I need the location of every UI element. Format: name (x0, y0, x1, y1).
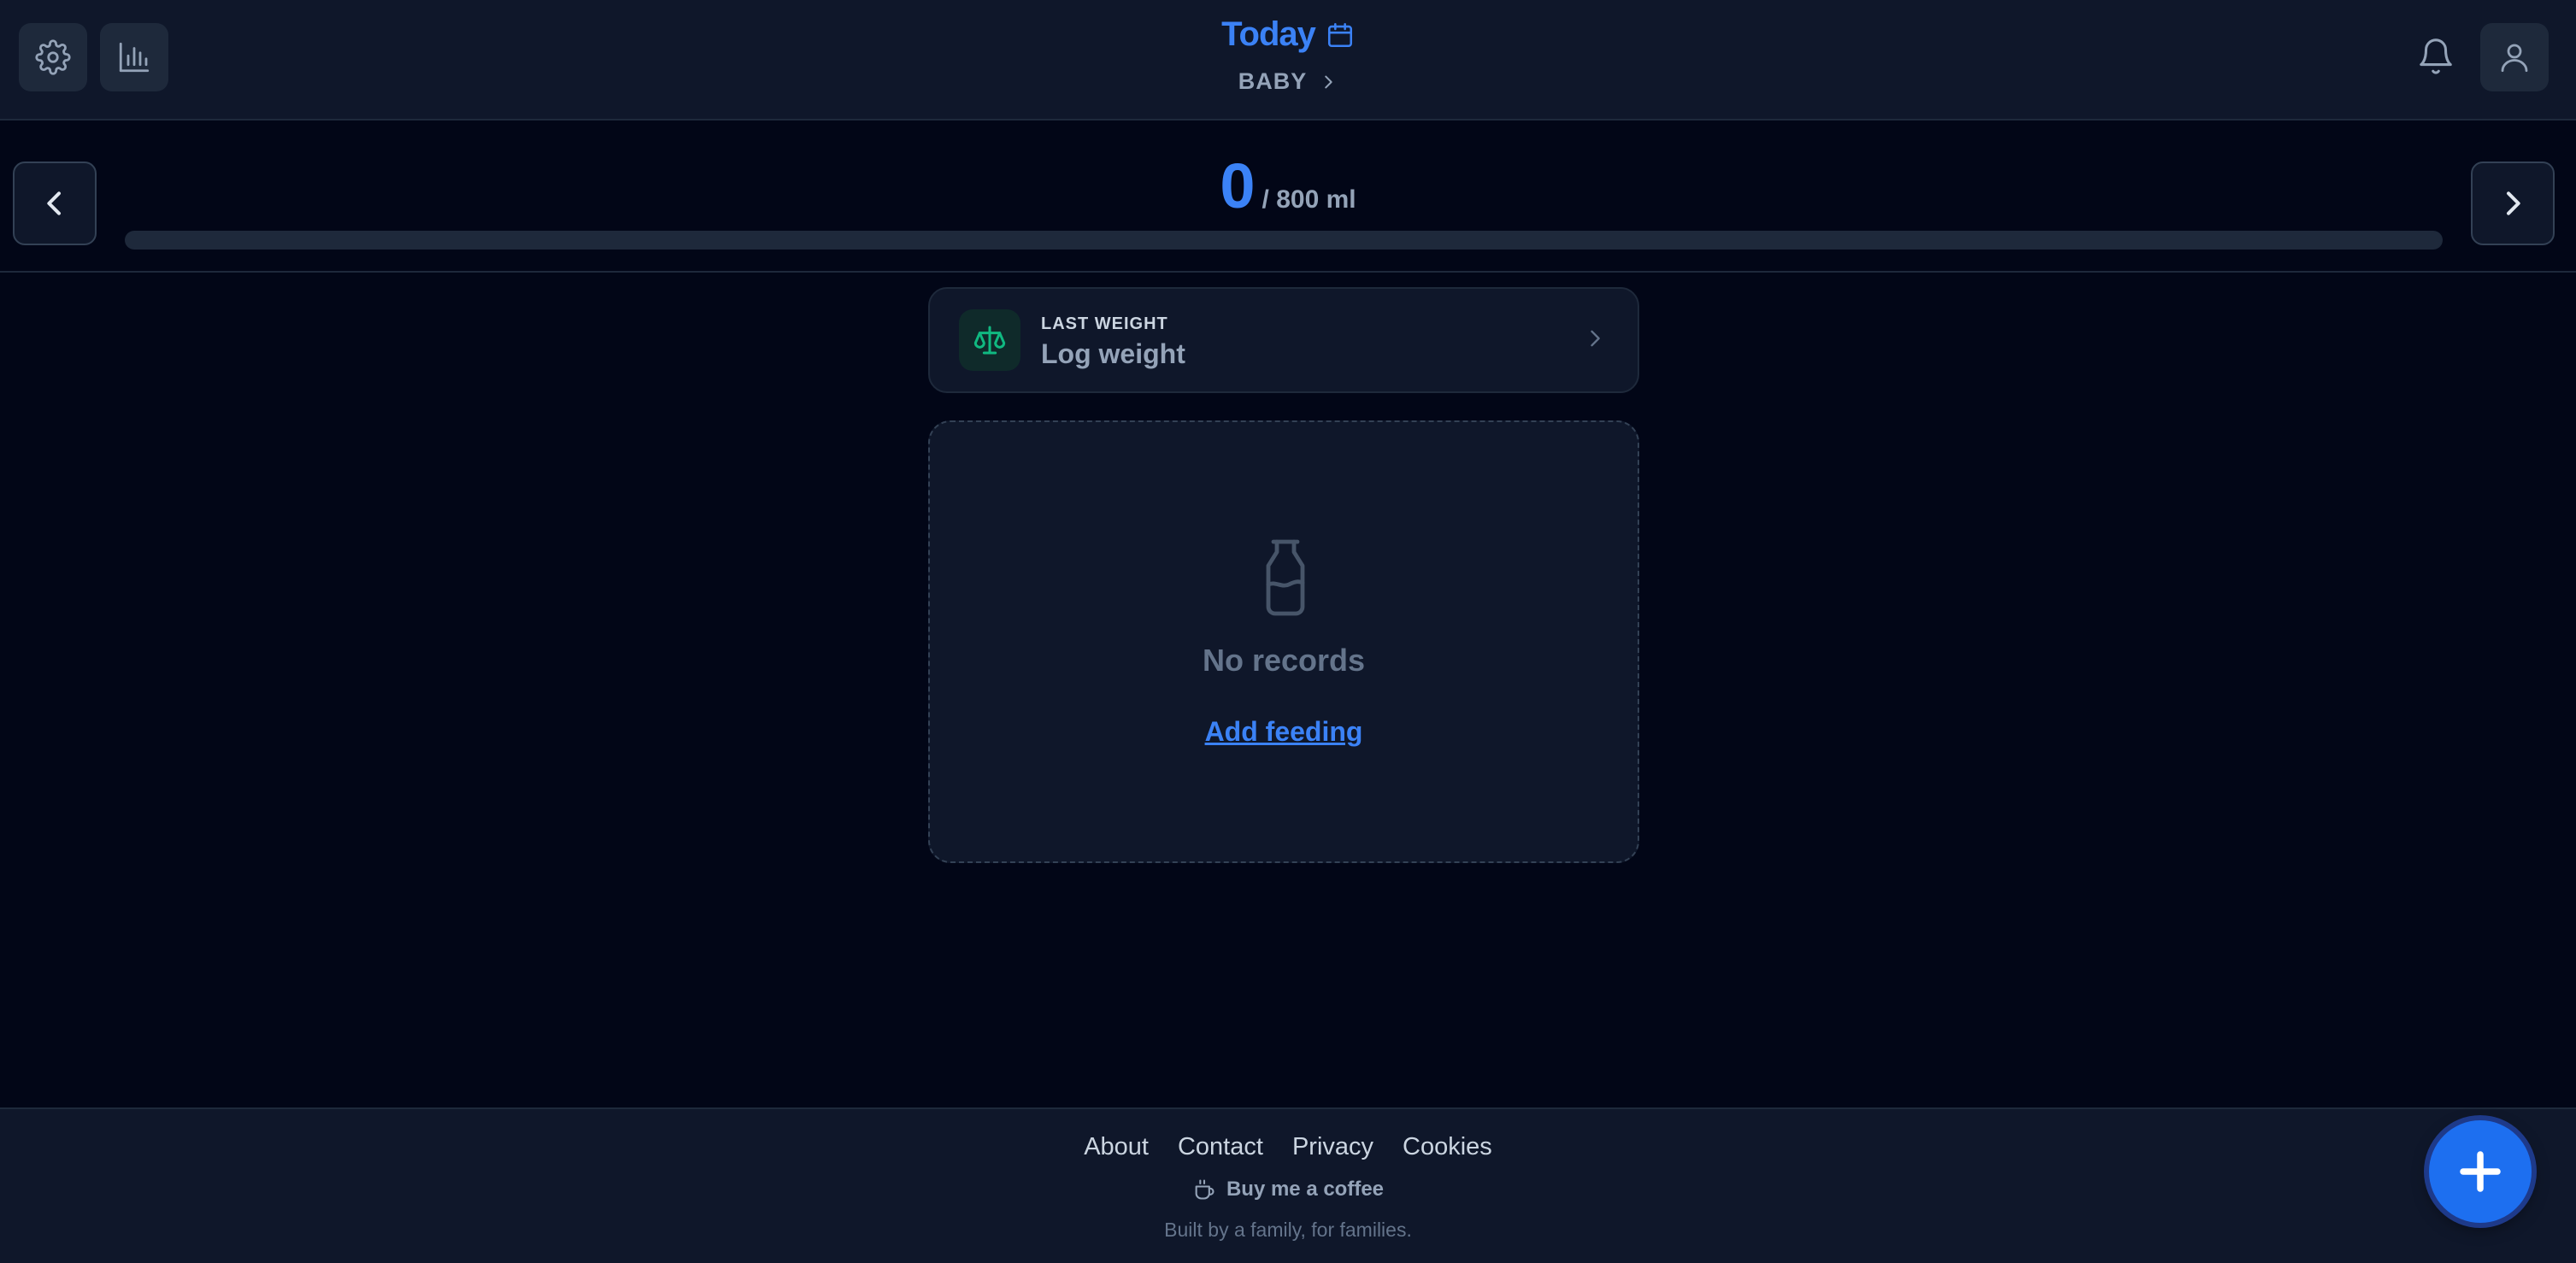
footer-tagline: Built by a family, for families. (1164, 1219, 1412, 1241)
add-record-button[interactable] (2429, 1120, 2532, 1223)
app-header: Today BABY (0, 0, 2576, 120)
user-icon (2501, 44, 2528, 73)
calendar-icon[interactable] (1326, 21, 1355, 50)
scale-icon (959, 309, 1020, 371)
notifications-button[interactable] (2412, 32, 2460, 80)
footer-link-contact[interactable]: Contact (1178, 1133, 1263, 1161)
footer-links: About Contact Privacy Cookies (0, 1133, 2576, 1161)
buy-coffee-label[interactable]: Buy me a coffee (1226, 1178, 1384, 1201)
intake-count: 0 (1220, 150, 1256, 221)
intake-summary: 0 / 800 ml (0, 155, 2576, 218)
bell-icon (2420, 38, 2452, 74)
date-selector[interactable]: Today (0, 15, 2576, 54)
plus-icon (2460, 1151, 2501, 1192)
empty-title: No records (1202, 643, 1366, 678)
intake-goal: / 800 ml (1262, 185, 1356, 214)
last-weight-card[interactable]: LAST WEIGHT Log weight (928, 287, 1639, 393)
baby-selector[interactable]: BABY (0, 68, 2576, 95)
footer-link-about[interactable]: About (1084, 1133, 1149, 1161)
footer: About Contact Privacy Cookies Buy me a c… (0, 1107, 2576, 1263)
footer-link-cookies[interactable]: Cookies (1403, 1133, 1492, 1161)
add-feeding-link[interactable]: Add feeding (930, 716, 1638, 748)
chevron-right-icon (1583, 326, 1607, 355)
buy-coffee-link[interactable]: Buy me a coffee (0, 1178, 2576, 1201)
profile-button[interactable] (2480, 23, 2549, 91)
baby-name[interactable]: BABY (1238, 68, 1308, 95)
progress-bar (125, 231, 2443, 250)
daily-progress: 0 / 800 ml (0, 120, 2576, 273)
chevron-right-icon (2507, 191, 2520, 215)
page-title[interactable]: Today (1221, 15, 1316, 54)
weight-value: Log weight (1041, 338, 1185, 369)
coffee-cup-icon (1195, 1179, 1214, 1200)
footer-link-privacy[interactable]: Privacy (1292, 1133, 1373, 1161)
feedings-empty-state: No records Add feeding (928, 420, 1639, 863)
next-day-button[interactable] (2471, 162, 2555, 245)
chevron-right-icon (1325, 75, 1332, 88)
bottle-icon (1260, 537, 1311, 619)
weight-label: LAST WEIGHT (1041, 314, 1168, 333)
